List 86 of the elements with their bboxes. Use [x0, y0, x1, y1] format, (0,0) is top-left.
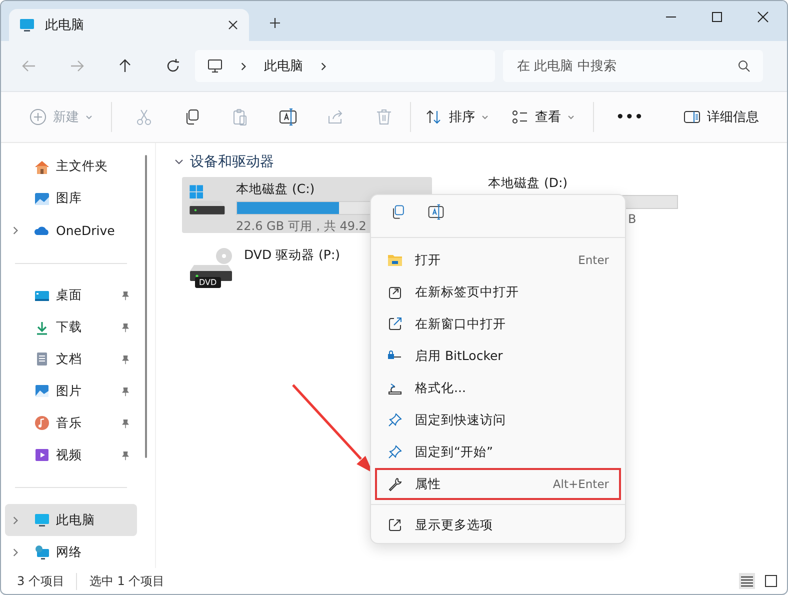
close-icon[interactable]: [227, 19, 239, 31]
video-icon: [34, 447, 50, 464]
pin-icon[interactable]: [120, 450, 131, 461]
refresh-icon[interactable]: [165, 58, 181, 74]
rename-icon[interactable]: [427, 203, 445, 221]
menu-item[interactable]: 启用 BitLocker: [375, 340, 621, 372]
drive-name: 本地磁盘 (D:): [488, 175, 569, 192]
plus-circle-icon: [29, 108, 47, 126]
window-tab[interactable]: 此电脑: [9, 9, 249, 41]
details-view-icon[interactable]: [739, 573, 755, 589]
sidebar-item[interactable]: 桌面: [5, 280, 137, 312]
sort-arrows-icon: [425, 108, 443, 126]
pin-icon[interactable]: [120, 354, 131, 365]
details-button[interactable]: 详细信息: [677, 104, 765, 130]
menu-item[interactable]: 在新窗口中打开: [375, 308, 621, 340]
sidebar-item[interactable]: 网络: [5, 536, 137, 568]
sidebar-item[interactable]: 下载: [5, 312, 137, 344]
breadcrumb[interactable]: 此电脑: [264, 57, 303, 75]
chevron-icon: [174, 157, 184, 167]
network-icon: [34, 544, 50, 560]
menu-item[interactable]: 固定到快速访问: [375, 404, 621, 436]
pin-icon: [387, 444, 403, 460]
list-icon: [511, 108, 529, 126]
menu-item[interactable]: 显示更多选项: [375, 509, 621, 541]
sidebar-item[interactable]: 此电脑: [5, 504, 137, 536]
house-icon: [34, 158, 50, 175]
more-button[interactable]: •••: [610, 106, 650, 128]
section-header[interactable]: 设备和驱动器: [174, 153, 787, 171]
close-icon[interactable]: [757, 11, 769, 23]
drive-space-text: B: [628, 212, 636, 226]
view-button[interactable]: 查看: [505, 104, 581, 130]
sort-button[interactable]: 排序: [419, 104, 495, 130]
optical-drive-icon: [190, 248, 232, 281]
sidebar-item[interactable]: 主文件夹: [5, 151, 137, 183]
sidebar-item[interactable]: OneDrive: [5, 214, 137, 247]
drive-name: 本地磁盘 (C:): [236, 181, 315, 198]
menu-item[interactable]: 格式化...: [375, 372, 621, 404]
maximize-icon[interactable]: [711, 11, 723, 23]
menu-item[interactable]: 属性 Alt+Enter: [375, 468, 621, 500]
external-window-icon: [387, 517, 403, 533]
details-pane-icon: [683, 108, 701, 126]
selection-count: 选中 1 个项目: [76, 572, 177, 590]
chevron-right-icon[interactable]: [319, 62, 328, 70]
caret-icon: [481, 113, 489, 121]
pin-icon: [387, 412, 403, 428]
sidebar-item[interactable]: 图库: [5, 182, 137, 215]
tiles-view-icon[interactable]: [763, 573, 779, 589]
search-icon[interactable]: [737, 59, 751, 73]
pin-icon[interactable]: [120, 418, 131, 429]
sidebar-item[interactable]: 图片: [5, 375, 137, 408]
menu-item[interactable]: 固定到“开始”: [375, 436, 621, 468]
tab-title: 此电脑: [45, 17, 85, 34]
hard-drive-icon: [190, 201, 225, 214]
sidebar-item[interactable]: 文档: [5, 344, 137, 376]
search-field[interactable]: 在 此电脑 中搜索: [503, 50, 763, 82]
monitor-icon: [207, 58, 223, 74]
music-note-icon: [34, 415, 50, 432]
pin-icon[interactable]: [120, 386, 131, 397]
new-tab-icon: [387, 284, 403, 300]
drive-space-text: 22.6 GB 可用，共 49.2: [236, 218, 366, 235]
download-icon: [34, 320, 50, 336]
monitor-icon: [19, 17, 35, 33]
monitor-icon: [34, 512, 50, 528]
document-icon: [34, 351, 50, 368]
picture-icon: [34, 383, 50, 400]
four-squares-logo-icon: [190, 185, 203, 198]
address-bar[interactable]: 此电脑: [195, 50, 495, 82]
pin-icon[interactable]: [120, 290, 131, 302]
wrench-icon: [387, 476, 403, 492]
up-arrow-icon[interactable]: [117, 58, 133, 74]
menu-item[interactable]: 在新标签页中打开: [375, 276, 621, 308]
sidebar-item[interactable]: 音乐: [5, 407, 137, 440]
menu-item[interactable]: 打开 Enter: [375, 244, 621, 276]
item-count: 3 个项目: [17, 572, 66, 590]
image-icon: [34, 190, 50, 207]
pin-icon[interactable]: [120, 322, 131, 334]
dvd-label: DVD: [195, 277, 221, 288]
sidebar-item[interactable]: 视频: [5, 439, 137, 472]
chevron-right-icon: [239, 62, 248, 70]
drive-name: DVD 驱动器 (P:): [244, 247, 340, 264]
folder-icon: [387, 252, 403, 268]
caret-icon: [567, 113, 575, 121]
new-window-icon: [387, 316, 403, 332]
rename-icon[interactable]: [278, 107, 298, 127]
caret-icon: [85, 113, 93, 121]
add-tab-icon[interactable]: [269, 17, 281, 29]
